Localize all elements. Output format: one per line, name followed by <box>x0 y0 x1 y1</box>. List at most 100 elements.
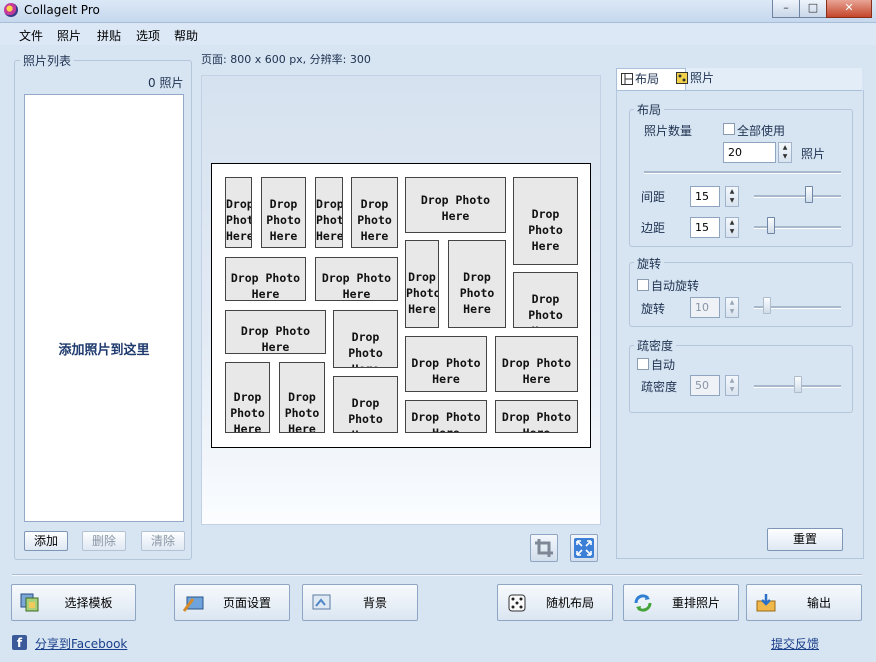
photo-list-title: 照片列表 <box>20 52 75 69</box>
spacing-slider-thumb[interactable] <box>805 186 813 203</box>
density-slider-thumb[interactable] <box>794 376 802 393</box>
add-photo-button[interactable]: 添加 <box>24 531 68 551</box>
tab-photo[interactable]: 照片 <box>672 68 740 89</box>
select-template-button[interactable]: 选择模板 <box>11 584 136 621</box>
menu-options[interactable]: 选项 <box>136 27 160 44</box>
minimize-button[interactable]: – <box>772 0 800 18</box>
random-layout-button[interactable]: 随机布局 <box>497 584 613 621</box>
collage-page[interactable]: Drop Photo Here Drop Photo Here Drop Pho… <box>211 163 591 448</box>
clear-photos-button[interactable]: 清除 <box>141 531 185 551</box>
settings-tab-strip: 布局 照片 <box>616 68 862 91</box>
use-all-label: 全部使用 <box>737 124 786 138</box>
photo-cell[interactable]: Drop Photo Here <box>495 400 578 433</box>
menu-photo[interactable]: 照片 <box>57 27 81 44</box>
background-icon <box>312 594 331 610</box>
density-label: 疏密度 <box>641 380 678 394</box>
photo-list-drop-area[interactable]: 添加照片到这里 <box>24 94 184 522</box>
close-button[interactable]: ✕ <box>826 0 872 18</box>
auto-density-label: 自动 <box>651 358 676 372</box>
shuffle-photos-label: 重排照片 <box>671 596 720 610</box>
photo-cell[interactable]: Drop Photo Here <box>333 310 398 368</box>
photo-cell[interactable]: Drop Photo Here <box>405 177 506 233</box>
photo-cell[interactable]: Drop Photo Here <box>405 336 487 392</box>
fit-page-button[interactable] <box>570 534 598 562</box>
menu-bar: 文件 照片 拼贴 选项 帮助 <box>0 23 876 45</box>
shuffle-photos-button[interactable]: 重排照片 <box>623 584 739 621</box>
menu-collage[interactable]: 拼贴 <box>97 27 121 44</box>
grid-icon <box>621 73 633 85</box>
photo-cell[interactable]: Drop Photo Here <box>351 177 398 248</box>
photo-cell[interactable]: Drop Photo Here <box>225 362 270 433</box>
density-group-title: 疏密度 <box>634 337 677 354</box>
photo-count-input[interactable]: 20 <box>723 142 776 163</box>
rotation-group-title: 旋转 <box>634 255 665 272</box>
tab-layout-label: 布局 <box>635 72 660 86</box>
margin-stepper[interactable]: ▲ ▼ <box>725 217 739 238</box>
density-stepper[interactable]: ▲ ▼ <box>725 375 739 396</box>
photo-cell[interactable]: Drop Photo Here <box>333 376 398 433</box>
facebook-icon[interactable]: f <box>12 635 27 650</box>
page-info: 页面: 800 x 600 px, 分辨率: 300 <box>201 53 371 66</box>
photo-cell[interactable]: Drop Photo Here <box>448 240 506 328</box>
auto-rotate-label: 自动旋转 <box>651 279 700 293</box>
rotate-slider-thumb[interactable] <box>763 297 771 314</box>
photo-cell[interactable]: Drop Photo Here <box>405 400 487 433</box>
dice-icon <box>508 594 526 612</box>
photo-cell[interactable]: Drop Photo Here <box>405 240 439 328</box>
spacing-stepper[interactable]: ▲ ▼ <box>725 186 739 207</box>
share-facebook-link[interactable]: 分享到Facebook <box>35 635 127 652</box>
photo-cell[interactable]: Drop Photo Here <box>513 177 578 265</box>
spacing-input[interactable]: 15 <box>690 186 720 207</box>
menu-file[interactable]: 文件 <box>19 27 43 44</box>
feedback-link[interactable]: 提交反馈 <box>771 635 819 652</box>
photo-cell[interactable]: Drop Photo Here <box>225 310 326 354</box>
export-label: 输出 <box>806 596 831 610</box>
photo-count-stepper[interactable]: ▲ ▼ <box>778 142 792 163</box>
photo-icon <box>676 72 688 84</box>
photo-cell[interactable]: Drop Photo Here <box>225 257 306 301</box>
rotate-stepper[interactable]: ▲ ▼ <box>725 297 739 318</box>
photo-list-hint: 添加照片到这里 <box>58 343 150 358</box>
photo-count-label: 0 照片 <box>148 76 184 90</box>
separator <box>644 171 841 174</box>
export-icon <box>756 594 776 612</box>
layout-group-title: 布局 <box>634 101 665 118</box>
random-layout-label: 随机布局 <box>545 596 594 610</box>
expand-icon <box>574 538 594 558</box>
maximize-button[interactable]: □ <box>799 0 827 18</box>
page-setup-icon <box>183 596 204 612</box>
photo-cell[interactable]: Drop Photo Here <box>315 177 343 248</box>
spacing-slider-track[interactable] <box>754 195 841 198</box>
crop-button[interactable] <box>530 534 558 562</box>
rotate-input[interactable]: 10 <box>690 297 720 318</box>
margin-input[interactable]: 15 <box>690 217 720 238</box>
photo-cell[interactable]: Drop Photo Here <box>513 272 578 328</box>
select-template-label: 选择模板 <box>64 596 113 610</box>
photo-cell[interactable]: Drop Photo Here <box>225 177 252 248</box>
photo-cell[interactable]: Drop Photo Here <box>261 177 306 248</box>
use-all-checkbox[interactable] <box>723 123 735 135</box>
export-button[interactable]: 输出 <box>746 584 862 621</box>
photo-unit-label: 照片 <box>801 147 826 161</box>
photo-cell[interactable]: Drop Photo Here <box>495 336 578 392</box>
photo-cell[interactable]: Drop Photo Here <box>315 257 398 301</box>
window-title: CollageIt Pro <box>24 3 100 17</box>
background-label: 背景 <box>362 596 387 610</box>
menu-help[interactable]: 帮助 <box>174 27 198 44</box>
template-icon <box>20 593 39 612</box>
auto-rotate-checkbox[interactable] <box>637 279 649 291</box>
shuffle-icon <box>634 594 652 612</box>
background-button[interactable]: 背景 <box>302 584 418 621</box>
photo-cell[interactable]: Drop Photo Here <box>279 362 325 433</box>
delete-photo-button[interactable]: 删除 <box>82 531 126 551</box>
tab-photo-label: 照片 <box>690 71 715 85</box>
auto-density-checkbox[interactable] <box>637 358 649 370</box>
reset-button[interactable]: 重置 <box>767 528 843 551</box>
page-setup-button[interactable]: 页面设置 <box>174 584 290 621</box>
density-input[interactable]: 50 <box>690 375 720 396</box>
toolbar-separator <box>12 574 862 576</box>
margin-slider-thumb[interactable] <box>767 217 775 234</box>
title-bar: CollageIt Pro – □ ✕ <box>0 0 876 23</box>
spacing-label: 间距 <box>641 190 666 204</box>
rotate-label: 旋转 <box>641 302 666 316</box>
